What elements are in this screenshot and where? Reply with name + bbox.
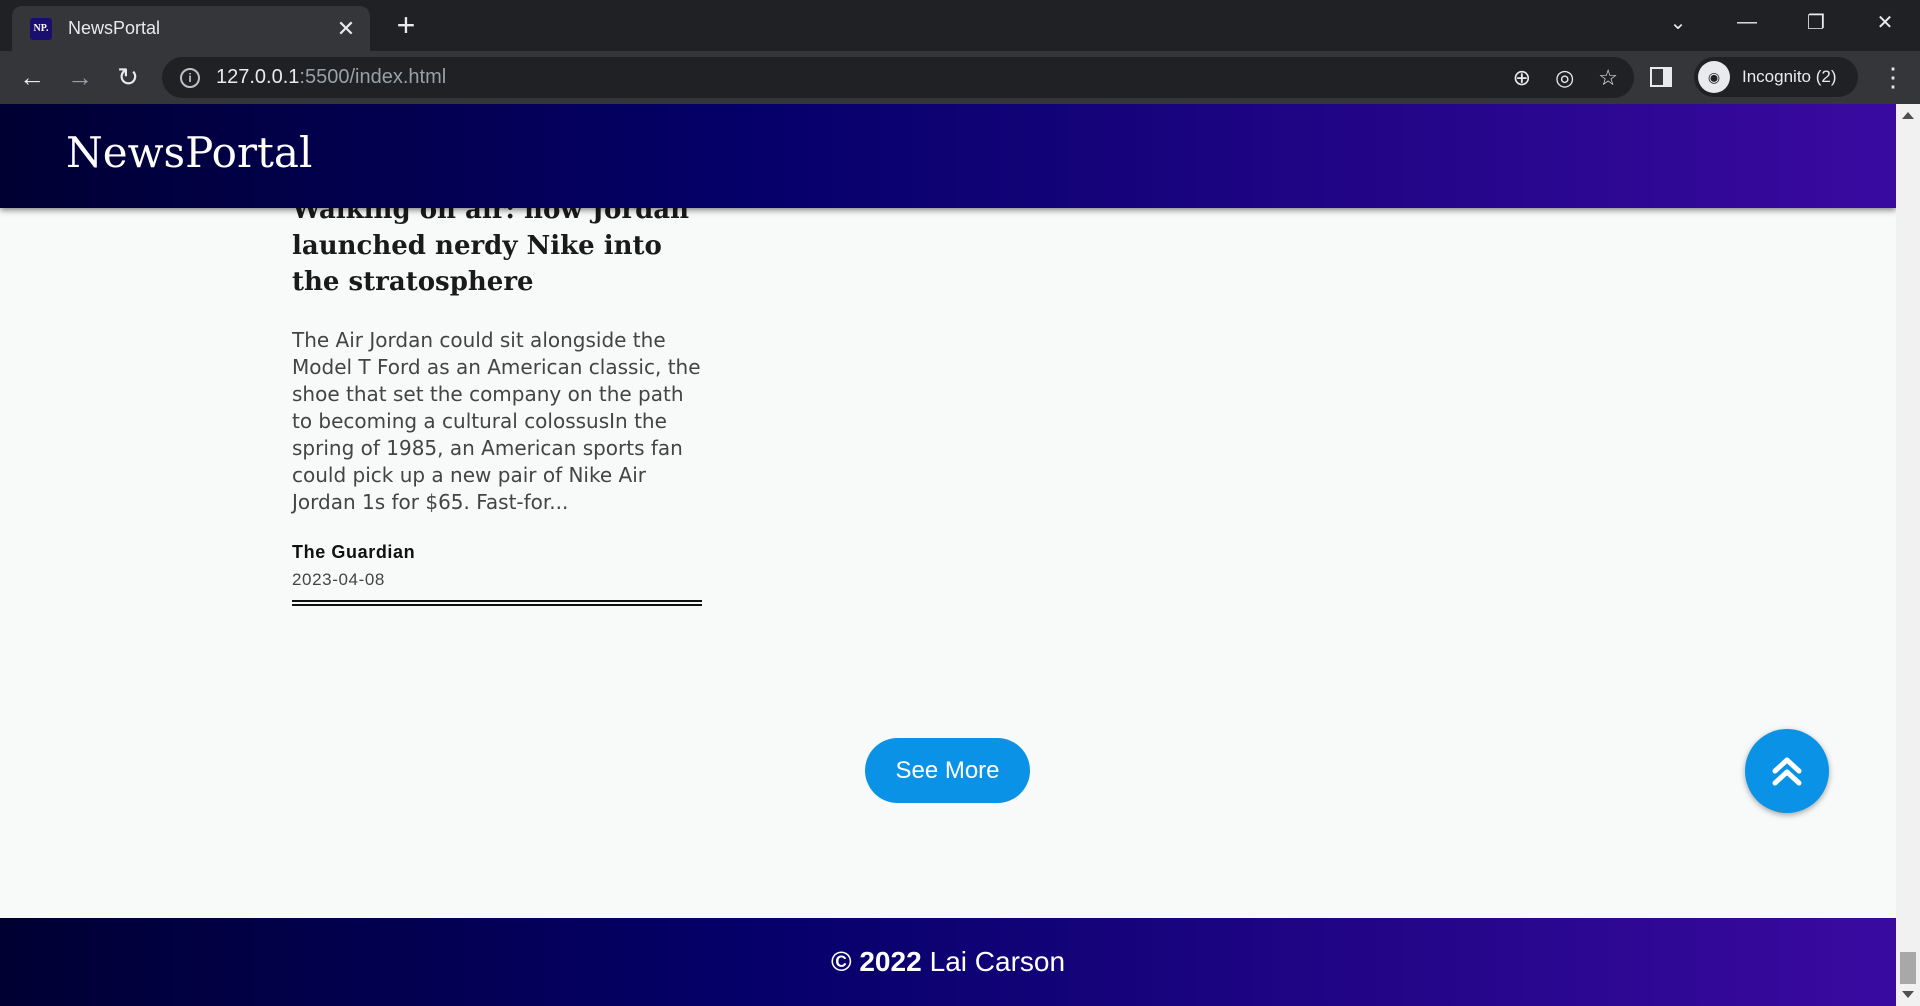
browser-toolbar: ← → ↻ i 127.0.0.1:5500/index.html ⊕ ◎ ☆ … — [0, 51, 1920, 104]
site-header: NewsPortal — [0, 104, 1896, 208]
address-bar[interactable]: i 127.0.0.1:5500/index.html ⊕ ◎ ☆ — [162, 57, 1634, 98]
footer-year: © 2022 — [830, 946, 922, 977]
plus-icon[interactable]: + — [388, 8, 424, 44]
reload-icon[interactable]: ↻ — [110, 59, 146, 95]
favicon-icon: NP. — [30, 17, 52, 40]
tab-title: NewsPortal — [68, 18, 161, 38]
close-icon[interactable]: ✕ — [330, 13, 362, 45]
page-viewport: NewsPortal Walking on air: how Jordan la… — [0, 104, 1896, 1006]
news-card[interactable]: Walking on air: how Jordan launched nerd… — [292, 192, 702, 606]
browser-tab[interactable]: NP. NewsPortal ✕ — [12, 6, 370, 51]
site-footer: © 2022 Lai Carson — [0, 918, 1896, 1006]
window-close-icon[interactable]: ✕ — [1851, 0, 1919, 44]
chevron-down-icon[interactable]: ⌄ — [1644, 0, 1712, 44]
scroll-up-arrow-icon[interactable] — [1902, 112, 1914, 119]
minimize-icon[interactable]: — — [1713, 0, 1781, 44]
article-title[interactable]: Walking on air: how Jordan launched nerd… — [292, 192, 702, 300]
back-arrow-icon[interactable]: ← — [14, 59, 50, 95]
see-more-button[interactable]: See More — [865, 738, 1030, 803]
profile-button[interactable]: ◉ Incognito (2) — [1694, 57, 1858, 97]
browser-tabbar: NP. NewsPortal ✕ + ⌄ — ❐ ✕ — [0, 0, 1920, 51]
restore-icon[interactable]: ❐ — [1782, 0, 1850, 44]
double-chevron-up-icon — [1772, 757, 1802, 786]
side-panel-icon[interactable] — [1650, 67, 1672, 87]
info-icon[interactable]: i — [180, 67, 200, 88]
scroll-to-top-button[interactable] — [1745, 729, 1829, 813]
scrollbar-thumb[interactable] — [1900, 952, 1916, 984]
article-description: The Air Jordan could sit alongside the M… — [292, 328, 701, 514]
zoom-icon[interactable]: ⊕ — [1513, 65, 1531, 91]
incognito-icon: ◉ — [1698, 61, 1730, 93]
eye-off-icon[interactable]: ◎ — [1555, 65, 1574, 91]
article-source: The Guardian — [292, 542, 416, 562]
url-text[interactable]: 127.0.0.1:5500/index.html — [216, 66, 446, 89]
article-date: 2023-04-08 — [292, 570, 385, 589]
divider — [292, 600, 702, 606]
kebab-menu-icon[interactable]: ⋮ — [1878, 61, 1908, 95]
star-icon[interactable]: ☆ — [1598, 65, 1618, 91]
scroll-down-arrow-icon[interactable] — [1902, 991, 1914, 998]
page-scrollbar[interactable] — [1896, 104, 1920, 1006]
profile-label: Incognito (2) — [1742, 67, 1837, 86]
footer-author: Lai Carson — [929, 946, 1066, 977]
site-logo[interactable]: NewsPortal — [66, 128, 312, 177]
forward-arrow-icon[interactable]: → — [62, 59, 98, 95]
